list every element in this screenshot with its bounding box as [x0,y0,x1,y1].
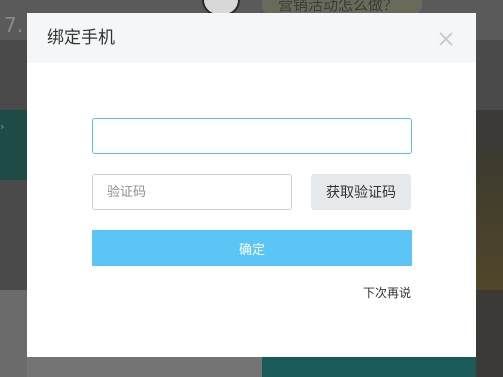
bind-phone-dialog: 绑定手机 获取验证码 确定 下次再说 [27,13,476,357]
background-banner: 营销活动怎么做？ [262,0,422,14]
phone-input[interactable] [92,118,412,154]
background-chevron-icon: › [0,120,5,133]
close-icon[interactable] [437,30,455,48]
dialog-title: 绑定手机 [47,28,115,48]
get-code-button[interactable]: 获取验证码 [311,174,411,210]
dialog-header: 绑定手机 [27,13,476,63]
background-banner-text: 营销活动怎么做？ [278,0,399,14]
background-left-panel: › [0,110,27,180]
background-number: 7. [4,13,24,37]
background-bottom-grey [27,357,262,377]
page: 7. 营销活动怎么做？ › 绑定手机 获取验证码 确定 下次再说 [0,0,503,377]
verification-code-input[interactable] [92,174,292,210]
background-right-image [476,150,503,290]
confirm-button[interactable]: 确定 [92,230,412,266]
background-bottom-left [0,290,27,377]
background-bottom-teal [262,357,476,377]
skip-later-link[interactable]: 下次再说 [363,285,411,301]
